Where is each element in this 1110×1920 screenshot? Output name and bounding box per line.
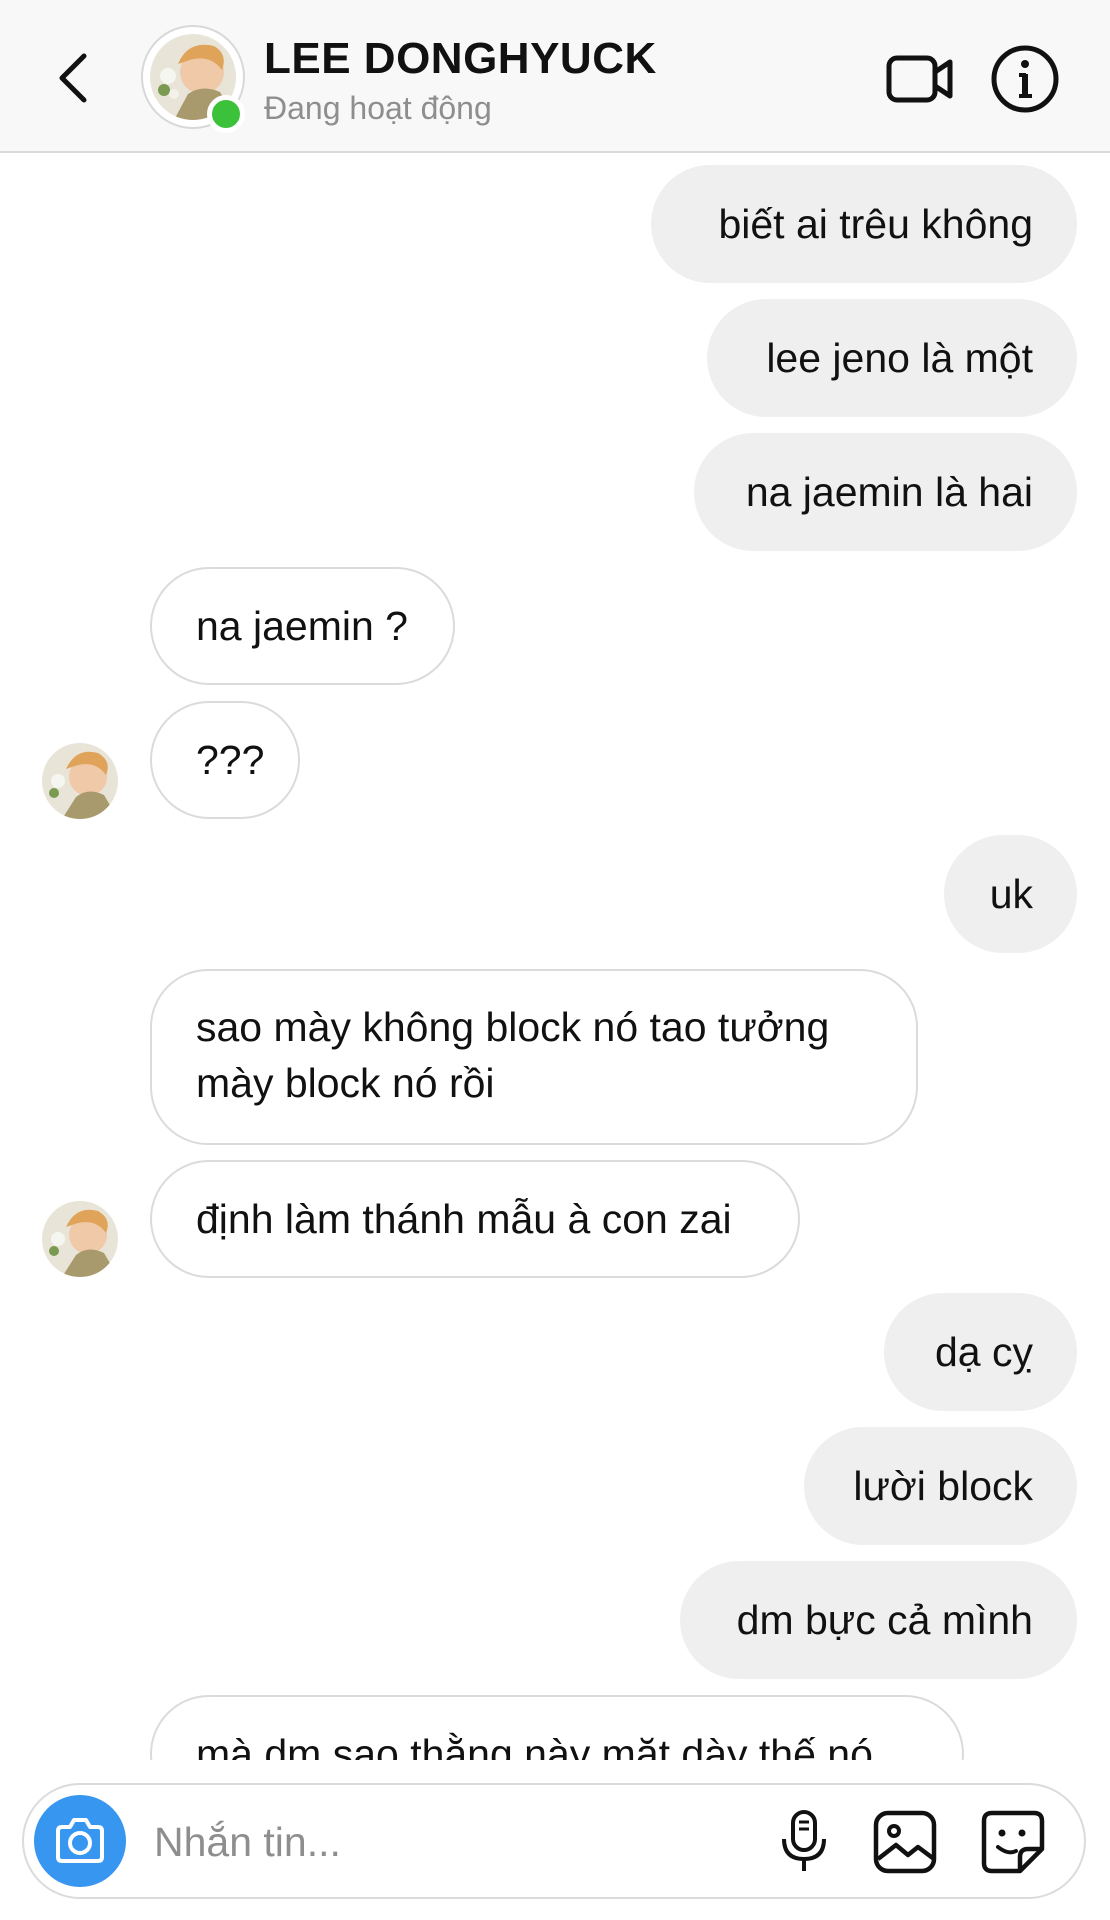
chevron-left-icon [59, 53, 87, 103]
info-button[interactable] [990, 44, 1060, 114]
message-bubble-outgoing[interactable]: biết ai trêu không [651, 165, 1077, 283]
message-bubble-outgoing[interactable]: dm bực cả mình [680, 1561, 1077, 1679]
info-icon [991, 45, 1059, 113]
gallery-button[interactable] [872, 1809, 938, 1875]
message-input[interactable] [152, 1809, 676, 1875]
chat-header: LEE DONGHYUCK Đang hoạt động [0, 0, 1110, 153]
sender-avatar[interactable] [42, 743, 118, 819]
contact-name[interactable]: LEE DONGHYUCK [264, 34, 657, 84]
microphone-button[interactable] [780, 1809, 828, 1875]
video-call-button[interactable] [886, 50, 954, 108]
message-composer [22, 1783, 1086, 1899]
back-button[interactable] [48, 42, 104, 114]
message-bubble-incoming[interactable]: định làm thánh mẫu à con zai [150, 1160, 800, 1278]
message-bubble-incoming[interactable]: ??? [150, 701, 300, 819]
message-bubble-incoming[interactable]: mà dm sao thằng này mặt dày thế nó [150, 1695, 964, 1760]
message-bubble-outgoing[interactable]: lười block [804, 1427, 1077, 1545]
message-bubble-outgoing[interactable]: uk [944, 835, 1077, 953]
microphone-icon [782, 1810, 826, 1871]
sticker-icon [981, 1810, 1045, 1874]
message-bubble-outgoing[interactable]: dạ cỵ [884, 1293, 1077, 1411]
sender-avatar[interactable] [42, 1201, 118, 1277]
message-bubble-incoming[interactable]: na jaemin ? [150, 567, 455, 685]
online-status-dot [207, 95, 245, 133]
message-bubble-incoming[interactable]: sao mày không block nó tao tưởng mày blo… [150, 969, 918, 1145]
sticker-button[interactable] [980, 1809, 1046, 1875]
message-bubble-outgoing[interactable]: na jaemin là hai [694, 433, 1077, 551]
camera-button[interactable] [34, 1795, 126, 1887]
image-icon [873, 1810, 937, 1874]
message-bubble-outgoing[interactable]: lee jeno là một [707, 299, 1077, 417]
camera-icon [56, 1818, 104, 1863]
activity-status: Đang hoạt động [264, 90, 492, 126]
video-camera-icon [886, 55, 953, 103]
message-thread[interactable]: biết ai trêu không lee jeno là một na ja… [0, 155, 1110, 1760]
